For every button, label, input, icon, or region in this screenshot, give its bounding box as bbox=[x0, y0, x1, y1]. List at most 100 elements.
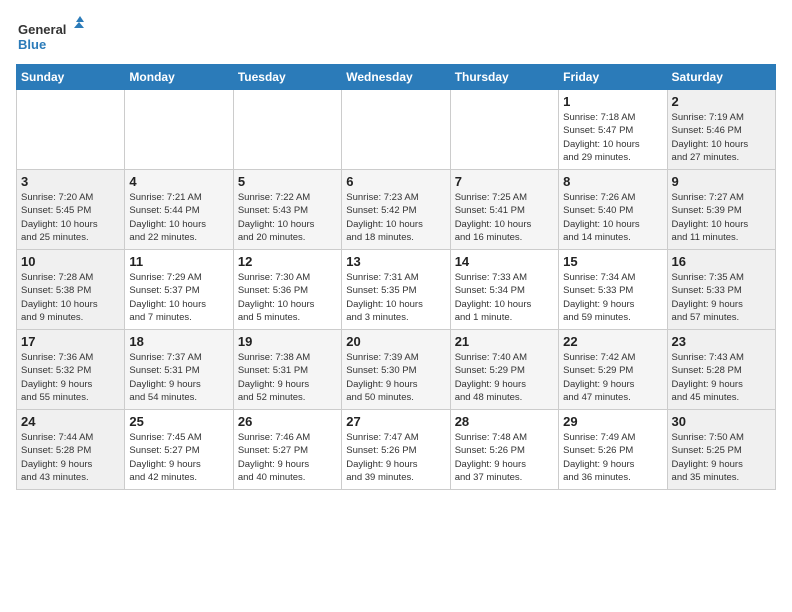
calendar-cell: 15 Sunrise: 7:34 AM Sunset: 5:33 PM Dayli… bbox=[559, 250, 667, 330]
day-info: Sunrise: 7:34 AM Sunset: 5:33 PM Dayligh… bbox=[563, 271, 662, 324]
day-number: 29 bbox=[563, 414, 662, 429]
day-info: Sunrise: 7:44 AM Sunset: 5:28 PM Dayligh… bbox=[21, 431, 120, 484]
day-number: 2 bbox=[672, 94, 771, 109]
day-info: Sunrise: 7:30 AM Sunset: 5:36 PM Dayligh… bbox=[238, 271, 337, 324]
day-number: 22 bbox=[563, 334, 662, 349]
logo-svg: General Blue bbox=[16, 16, 86, 56]
day-info: Sunrise: 7:20 AM Sunset: 5:45 PM Dayligh… bbox=[21, 191, 120, 244]
day-number: 11 bbox=[129, 254, 228, 269]
calendar-cell bbox=[233, 90, 341, 170]
day-info: Sunrise: 7:21 AM Sunset: 5:44 PM Dayligh… bbox=[129, 191, 228, 244]
calendar-cell: 24 Sunrise: 7:44 AM Sunset: 5:28 PM Dayli… bbox=[17, 410, 125, 490]
day-number: 14 bbox=[455, 254, 554, 269]
day-number: 10 bbox=[21, 254, 120, 269]
day-info: Sunrise: 7:43 AM Sunset: 5:28 PM Dayligh… bbox=[672, 351, 771, 404]
day-number: 15 bbox=[563, 254, 662, 269]
day-info: Sunrise: 7:31 AM Sunset: 5:35 PM Dayligh… bbox=[346, 271, 445, 324]
calendar-cell bbox=[17, 90, 125, 170]
day-info: Sunrise: 7:23 AM Sunset: 5:42 PM Dayligh… bbox=[346, 191, 445, 244]
calendar-cell: 23 Sunrise: 7:43 AM Sunset: 5:28 PM Dayli… bbox=[667, 330, 775, 410]
calendar-cell: 13 Sunrise: 7:31 AM Sunset: 5:35 PM Dayli… bbox=[342, 250, 450, 330]
day-info: Sunrise: 7:28 AM Sunset: 5:38 PM Dayligh… bbox=[21, 271, 120, 324]
day-number: 12 bbox=[238, 254, 337, 269]
calendar-cell: 7 Sunrise: 7:25 AM Sunset: 5:41 PM Daylig… bbox=[450, 170, 558, 250]
day-info: Sunrise: 7:37 AM Sunset: 5:31 PM Dayligh… bbox=[129, 351, 228, 404]
calendar-cell: 28Sunrise: 7:48 AM Sunset: 5:26 PM Dayli… bbox=[450, 410, 558, 490]
day-info: Sunrise: 7:40 AM Sunset: 5:29 PM Dayligh… bbox=[455, 351, 554, 404]
day-number: 30 bbox=[672, 414, 771, 429]
day-number: 16 bbox=[672, 254, 771, 269]
calendar-cell: 25Sunrise: 7:45 AM Sunset: 5:27 PM Dayli… bbox=[125, 410, 233, 490]
calendar-cell: 5 Sunrise: 7:22 AM Sunset: 5:43 PM Daylig… bbox=[233, 170, 341, 250]
day-number: 28 bbox=[455, 414, 554, 429]
day-info: Sunrise: 7:39 AM Sunset: 5:30 PM Dayligh… bbox=[346, 351, 445, 404]
logo: General Blue bbox=[16, 16, 86, 56]
day-number: 6 bbox=[346, 174, 445, 189]
day-info: Sunrise: 7:42 AM Sunset: 5:29 PM Dayligh… bbox=[563, 351, 662, 404]
weekday-header-monday: Monday bbox=[125, 65, 233, 90]
calendar-cell: 26 Sunrise: 7:46 AM Sunset: 5:27 PM Dayli… bbox=[233, 410, 341, 490]
svg-text:General: General bbox=[18, 22, 66, 37]
day-info: Sunrise: 7:45 AM Sunset: 5:27 PM Dayligh… bbox=[129, 431, 228, 484]
day-number: 26 bbox=[238, 414, 337, 429]
day-number: 18 bbox=[129, 334, 228, 349]
day-number: 7 bbox=[455, 174, 554, 189]
day-info: Sunrise: 7:27 AM Sunset: 5:39 PM Dayligh… bbox=[672, 191, 771, 244]
day-info: Sunrise: 7:38 AM Sunset: 5:31 PM Dayligh… bbox=[238, 351, 337, 404]
calendar-cell: 14 Sunrise: 7:33 AM Sunset: 5:34 PM Dayli… bbox=[450, 250, 558, 330]
calendar-week-1: 1 Sunrise: 7:18 AM Sunset: 5:47 PM Daylig… bbox=[17, 90, 776, 170]
calendar-table: SundayMondayTuesdayWednesdayThursdayFrid… bbox=[16, 64, 776, 490]
calendar-cell: 17 Sunrise: 7:36 AM Sunset: 5:32 PM Dayli… bbox=[17, 330, 125, 410]
day-info: Sunrise: 7:33 AM Sunset: 5:34 PM Dayligh… bbox=[455, 271, 554, 324]
day-number: 19 bbox=[238, 334, 337, 349]
calendar-cell: 16Sunrise: 7:35 AM Sunset: 5:33 PM Dayli… bbox=[667, 250, 775, 330]
day-number: 9 bbox=[672, 174, 771, 189]
day-info: Sunrise: 7:36 AM Sunset: 5:32 PM Dayligh… bbox=[21, 351, 120, 404]
day-number: 24 bbox=[21, 414, 120, 429]
calendar-week-3: 10 Sunrise: 7:28 AM Sunset: 5:38 PM Dayli… bbox=[17, 250, 776, 330]
day-number: 17 bbox=[21, 334, 120, 349]
calendar-week-5: 24 Sunrise: 7:44 AM Sunset: 5:28 PM Dayli… bbox=[17, 410, 776, 490]
calendar-cell: 20 Sunrise: 7:39 AM Sunset: 5:30 PM Dayli… bbox=[342, 330, 450, 410]
day-number: 1 bbox=[563, 94, 662, 109]
calendar-cell: 22 Sunrise: 7:42 AM Sunset: 5:29 PM Dayli… bbox=[559, 330, 667, 410]
day-info: Sunrise: 7:22 AM Sunset: 5:43 PM Dayligh… bbox=[238, 191, 337, 244]
day-number: 21 bbox=[455, 334, 554, 349]
day-number: 20 bbox=[346, 334, 445, 349]
day-info: Sunrise: 7:50 AM Sunset: 5:25 PM Dayligh… bbox=[672, 431, 771, 484]
weekday-header-thursday: Thursday bbox=[450, 65, 558, 90]
header: General Blue bbox=[16, 16, 776, 56]
day-info: Sunrise: 7:49 AM Sunset: 5:26 PM Dayligh… bbox=[563, 431, 662, 484]
day-number: 5 bbox=[238, 174, 337, 189]
weekday-header-friday: Friday bbox=[559, 65, 667, 90]
calendar-cell: 3 Sunrise: 7:20 AM Sunset: 5:45 PM Daylig… bbox=[17, 170, 125, 250]
calendar-cell bbox=[342, 90, 450, 170]
day-number: 4 bbox=[129, 174, 228, 189]
day-number: 27 bbox=[346, 414, 445, 429]
calendar-cell bbox=[125, 90, 233, 170]
day-number: 3 bbox=[21, 174, 120, 189]
calendar-cell: 10 Sunrise: 7:28 AM Sunset: 5:38 PM Dayli… bbox=[17, 250, 125, 330]
day-info: Sunrise: 7:46 AM Sunset: 5:27 PM Dayligh… bbox=[238, 431, 337, 484]
day-info: Sunrise: 7:25 AM Sunset: 5:41 PM Dayligh… bbox=[455, 191, 554, 244]
calendar-cell: 4 Sunrise: 7:21 AM Sunset: 5:44 PM Daylig… bbox=[125, 170, 233, 250]
day-info: Sunrise: 7:19 AM Sunset: 5:46 PM Dayligh… bbox=[672, 111, 771, 164]
calendar-cell bbox=[450, 90, 558, 170]
day-number: 13 bbox=[346, 254, 445, 269]
day-info: Sunrise: 7:26 AM Sunset: 5:40 PM Dayligh… bbox=[563, 191, 662, 244]
day-info: Sunrise: 7:29 AM Sunset: 5:37 PM Dayligh… bbox=[129, 271, 228, 324]
calendar-cell: 12 Sunrise: 7:30 AM Sunset: 5:36 PM Dayli… bbox=[233, 250, 341, 330]
calendar-cell: 6 Sunrise: 7:23 AM Sunset: 5:42 PM Daylig… bbox=[342, 170, 450, 250]
weekday-header-row: SundayMondayTuesdayWednesdayThursdayFrid… bbox=[17, 65, 776, 90]
calendar-cell: 11 Sunrise: 7:29 AM Sunset: 5:37 PM Dayli… bbox=[125, 250, 233, 330]
calendar-week-4: 17 Sunrise: 7:36 AM Sunset: 5:32 PM Dayli… bbox=[17, 330, 776, 410]
calendar-week-2: 3 Sunrise: 7:20 AM Sunset: 5:45 PM Daylig… bbox=[17, 170, 776, 250]
calendar-cell: 2 Sunrise: 7:19 AM Sunset: 5:46 PM Daylig… bbox=[667, 90, 775, 170]
calendar-cell: 21 Sunrise: 7:40 AM Sunset: 5:29 PM Dayli… bbox=[450, 330, 558, 410]
weekday-header-tuesday: Tuesday bbox=[233, 65, 341, 90]
calendar-cell: 19 Sunrise: 7:38 AM Sunset: 5:31 PM Dayli… bbox=[233, 330, 341, 410]
weekday-header-saturday: Saturday bbox=[667, 65, 775, 90]
weekday-header-sunday: Sunday bbox=[17, 65, 125, 90]
day-info: Sunrise: 7:18 AM Sunset: 5:47 PM Dayligh… bbox=[563, 111, 662, 164]
day-number: 23 bbox=[672, 334, 771, 349]
